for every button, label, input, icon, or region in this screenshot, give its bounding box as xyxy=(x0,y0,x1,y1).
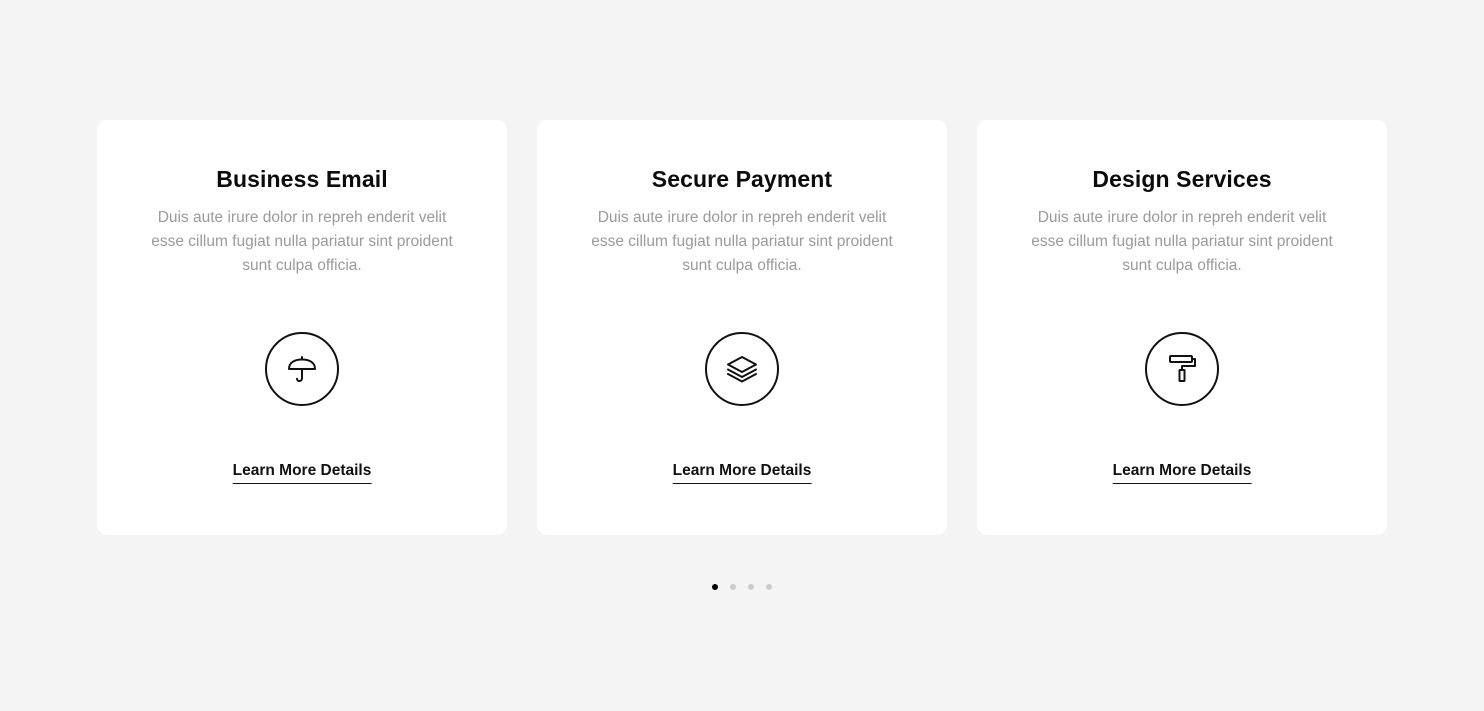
service-card-design-services: Design Services Duis aute irure dolor in… xyxy=(977,120,1387,535)
learn-more-link[interactable]: Learn More Details xyxy=(232,462,372,484)
services-carousel: Business Email Duis aute irure dolor in … xyxy=(97,120,1387,590)
pagination-dot-4[interactable] xyxy=(766,584,772,590)
carousel-pagination xyxy=(97,584,1387,590)
pagination-dot-2[interactable] xyxy=(730,584,736,590)
service-card-business-email: Business Email Duis aute irure dolor in … xyxy=(97,120,507,535)
card-description: Duis aute irure dolor in repreh enderit … xyxy=(1031,209,1333,274)
pagination-dot-1[interactable] xyxy=(712,584,718,590)
layers-icon xyxy=(705,332,779,406)
service-card-secure-payment: Secure Payment Duis aute irure dolor in … xyxy=(537,120,947,535)
card-description: Duis aute irure dolor in repreh enderit … xyxy=(151,209,453,274)
card-track: Business Email Duis aute irure dolor in … xyxy=(97,120,1387,535)
pagination-dot-3[interactable] xyxy=(748,584,754,590)
card-title: Design Services xyxy=(1092,166,1272,192)
paint-roller-icon xyxy=(1145,332,1219,406)
learn-more-link[interactable]: Learn More Details xyxy=(1112,462,1252,484)
learn-more-link[interactable]: Learn More Details xyxy=(672,462,812,484)
card-title: Secure Payment xyxy=(651,166,833,192)
umbrella-icon xyxy=(265,332,339,406)
card-description: Duis aute irure dolor in repreh enderit … xyxy=(591,209,893,274)
card-title: Business Email xyxy=(216,166,388,192)
